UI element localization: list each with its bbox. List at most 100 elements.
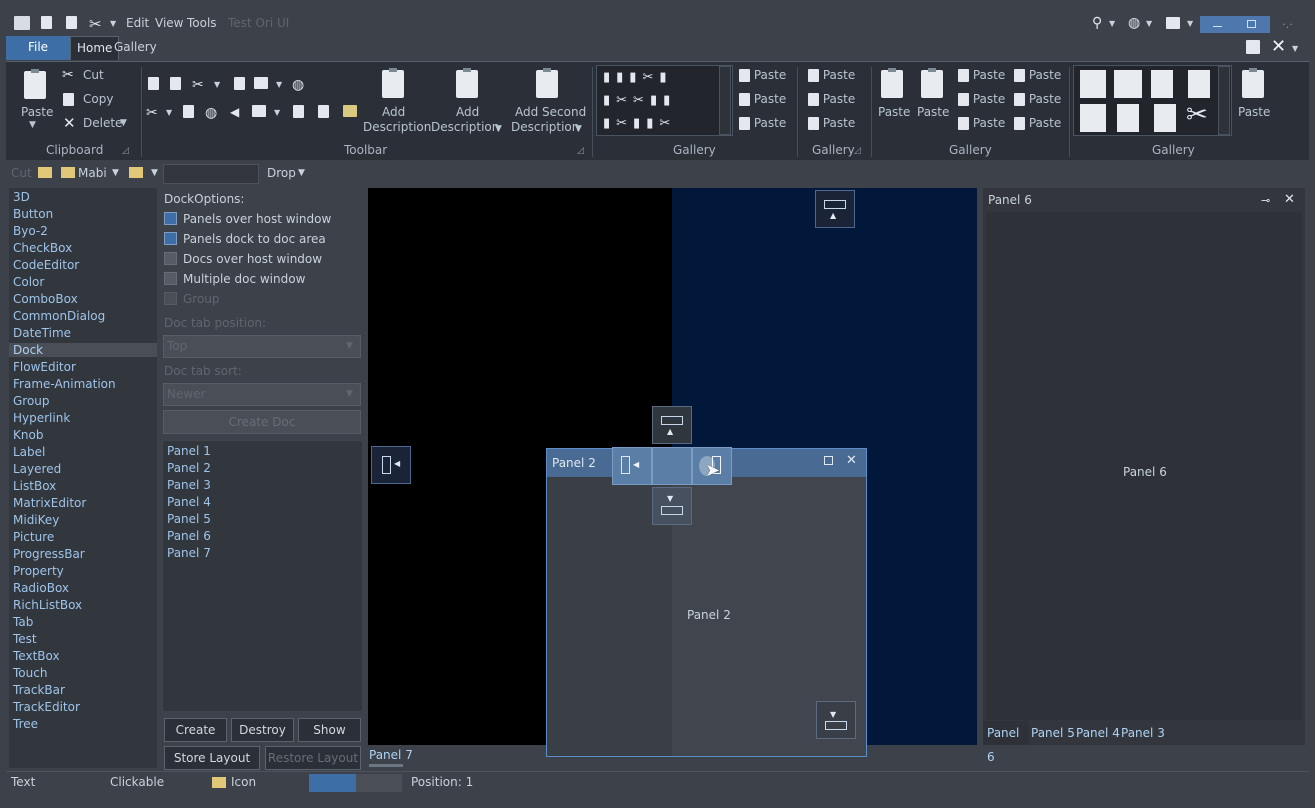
dock-guide-left[interactable]: ◀: [612, 447, 652, 485]
paste-gallery-item[interactable]: Paste: [958, 68, 1005, 82]
window-icon[interactable]: [14, 15, 30, 31]
menu-tools[interactable]: Tools: [187, 16, 217, 30]
paste-gallery-item[interactable]: Paste: [1014, 68, 1061, 82]
tab-panel-3[interactable]: Panel 3: [1119, 721, 1167, 745]
close-icon[interactable]: ✕: [846, 453, 857, 468]
status-icon-label[interactable]: Icon: [231, 775, 256, 789]
dialog-launcher-icon[interactable]: ◿: [122, 146, 129, 156]
gallery-4[interactable]: ✂: [1073, 65, 1232, 136]
paste-gallery-item[interactable]: Paste: [739, 116, 786, 130]
paste-gallery-item[interactable]: Paste: [1014, 116, 1061, 130]
dock-bottom-indicator[interactable]: ▼: [816, 701, 856, 739]
description-dropdown-icon[interactable]: ▼: [495, 124, 502, 134]
window-list-icon[interactable]: [1166, 15, 1180, 31]
list-item[interactable]: Property: [13, 564, 64, 578]
back-icon[interactable]: ◀: [230, 105, 239, 119]
dropdown-icon[interactable]: ▼: [112, 168, 119, 178]
panels-over-host-label[interactable]: Panels over host window: [183, 212, 331, 226]
doc-tab-position-select[interactable]: Top ▼: [163, 335, 361, 358]
paste-gallery-item[interactable]: Paste: [1014, 92, 1061, 106]
description-label-3[interactable]: Description: [511, 120, 579, 134]
list-item[interactable]: Tree: [13, 717, 38, 731]
paste-label[interactable]: Paste: [917, 105, 949, 119]
globe-icon[interactable]: ◍: [1128, 15, 1140, 31]
list-item[interactable]: Color: [13, 275, 44, 289]
create-button[interactable]: Create: [164, 718, 227, 742]
dock-guide-bottom[interactable]: ▼: [652, 487, 692, 525]
list-item[interactable]: Test: [13, 632, 37, 646]
menu-view[interactable]: View: [155, 16, 183, 30]
list-item[interactable]: DateTime: [13, 326, 71, 340]
close-window-button[interactable]: ·.·: [1270, 16, 1305, 33]
add-label-1[interactable]: Add: [382, 105, 405, 119]
status-clickable[interactable]: Clickable: [110, 775, 164, 789]
restore-layout-button[interactable]: Restore Layout: [265, 746, 361, 770]
list-item[interactable]: CodeEditor: [13, 258, 79, 272]
list-item[interactable]: Knob: [13, 428, 43, 442]
paste-gallery-item[interactable]: Paste: [958, 116, 1005, 130]
minimize-button[interactable]: [1200, 16, 1235, 33]
list-item[interactable]: ComboBox: [13, 292, 78, 306]
delete-dropdown-icon[interactable]: ▼: [120, 118, 127, 128]
panels-over-host-checkbox[interactable]: [164, 212, 177, 225]
dock-top-indicator[interactable]: ▲: [815, 190, 855, 228]
panel-list-item[interactable]: Panel 2: [167, 461, 211, 475]
paste-label[interactable]: Paste: [878, 105, 910, 119]
panel-list-item[interactable]: Panel 5: [167, 512, 211, 526]
list-item[interactable]: RichListBox: [13, 598, 82, 612]
dock-guide-center[interactable]: [652, 447, 692, 485]
list-item[interactable]: TrackBar: [13, 683, 65, 697]
copy-button[interactable]: Copy: [83, 92, 113, 106]
folder-dropdown-label[interactable]: Mabi: [78, 166, 107, 180]
description-label-1[interactable]: Description: [363, 120, 431, 134]
list-item[interactable]: Hyperlink: [13, 411, 70, 425]
doc-tab-panel-7[interactable]: Panel 7: [369, 748, 413, 762]
new-icon[interactable]: [41, 15, 52, 31]
dock-left-indicator[interactable]: ◀: [371, 446, 411, 484]
description-label-2[interactable]: Description: [431, 120, 499, 134]
group-checkbox[interactable]: [164, 292, 177, 305]
gallery-scrollbar[interactable]: [1218, 66, 1230, 135]
scissors-icon[interactable]: ✂: [146, 105, 158, 121]
folder-icon[interactable]: [129, 167, 143, 178]
panel-list-item[interactable]: Panel 7: [167, 546, 211, 560]
pin-icon[interactable]: ⚲: [1092, 15, 1102, 31]
paste-gallery-item[interactable]: Paste: [739, 92, 786, 106]
dropdown-icon[interactable]: ▼: [1109, 15, 1115, 31]
add-second-description-icon[interactable]: [536, 68, 558, 98]
tab-gallery[interactable]: Gallery: [108, 36, 163, 60]
list-item[interactable]: ListBox: [13, 479, 56, 493]
dropdown-icon[interactable]: ▼: [1146, 15, 1152, 31]
paste-quick-icon[interactable]: [66, 15, 77, 31]
pin-icon[interactable]: ⊸: [1261, 194, 1270, 207]
tab-panel-4[interactable]: Panel 4: [1074, 721, 1122, 745]
maximize-icon[interactable]: [824, 456, 833, 465]
cut-button[interactable]: Cut: [83, 68, 104, 82]
list-item[interactable]: Dock: [9, 343, 157, 357]
multiple-doc-label[interactable]: Multiple doc window: [183, 272, 305, 286]
list-item[interactable]: Frame-Animation: [13, 377, 116, 391]
list-item[interactable]: TextBox: [13, 649, 60, 663]
docs-over-host-label[interactable]: Docs over host window: [183, 252, 322, 266]
paste-gallery-item[interactable]: Paste: [958, 92, 1005, 106]
dropdown-icon[interactable]: ▼: [151, 168, 158, 178]
add-description-icon[interactable]: [382, 68, 404, 98]
paste-gallery-item[interactable]: Paste: [739, 68, 786, 82]
panel-list-item[interactable]: Panel 4: [167, 495, 211, 509]
description-dropdown-icon[interactable]: ▼: [575, 124, 582, 134]
multiple-doc-checkbox[interactable]: [164, 272, 177, 285]
list-item[interactable]: 3D: [13, 190, 30, 204]
options-dropdown-icon[interactable]: ▼: [1292, 40, 1298, 54]
delete-button[interactable]: Delete: [83, 116, 122, 130]
list-item[interactable]: CommonDialog: [13, 309, 105, 323]
close-icon[interactable]: ✕: [1284, 192, 1295, 207]
show-button[interactable]: Show: [298, 718, 361, 742]
quick-access-dropdown-icon[interactable]: ▼: [110, 15, 116, 31]
list-item[interactable]: Layered: [13, 462, 61, 476]
paste-label[interactable]: Paste: [1238, 105, 1270, 119]
paste-icon[interactable]: [921, 68, 943, 98]
list-item[interactable]: Picture: [13, 530, 54, 544]
add-label-2[interactable]: Add: [456, 105, 479, 119]
paste-icon[interactable]: [881, 68, 903, 98]
list-item[interactable]: Group: [13, 394, 50, 408]
